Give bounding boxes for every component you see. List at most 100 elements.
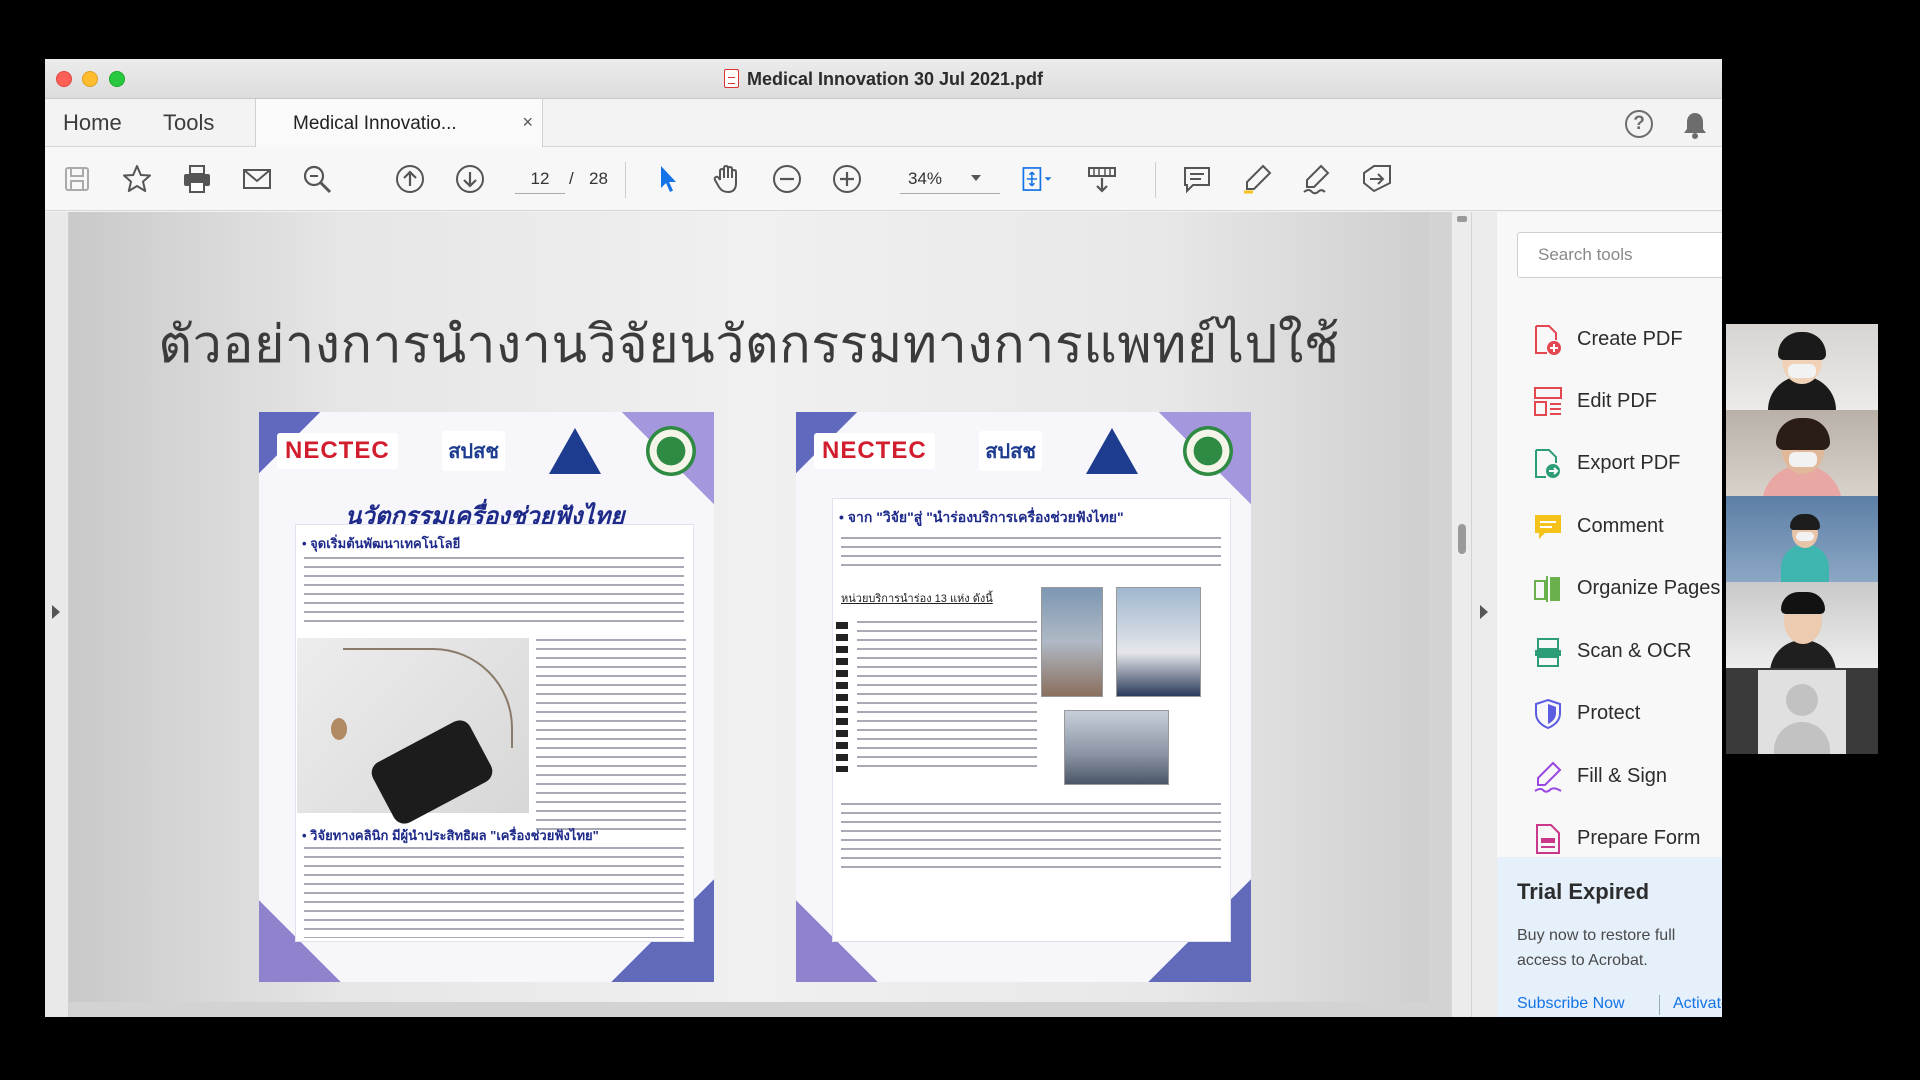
trial-title: Trial Expired <box>1517 879 1650 904</box>
triangle-logo-2 <box>1086 428 1139 474</box>
tool-edit-pdf[interactable]: Edit PDF <box>1497 372 1722 432</box>
poster-logos-2: NECTEC สปสช <box>814 420 1233 482</box>
video-participant-2[interactable] <box>1726 410 1878 496</box>
acrobat-window: Medical Innovation 30 Jul 2021.pdf Home … <box>45 59 1722 1017</box>
page-up-icon[interactable] <box>393 162 427 196</box>
service-photo-3 <box>1064 710 1169 785</box>
share-icon[interactable] <box>1360 162 1394 196</box>
star-icon[interactable] <box>120 162 154 196</box>
activate-link[interactable]: Activate <box>1673 995 1722 1013</box>
expand-left-panel-icon[interactable] <box>52 605 60 619</box>
comment-icon[interactable] <box>1180 162 1214 196</box>
zoom-in-icon[interactable] <box>830 162 864 196</box>
page-down-icon[interactable] <box>453 162 487 196</box>
participant-avatar <box>1758 670 1846 754</box>
seal-logo-2 <box>1183 426 1233 476</box>
participant-hair <box>1781 592 1825 614</box>
close-tab-icon[interactable]: × <box>522 112 533 133</box>
seal-logo <box>646 426 696 476</box>
face-mask <box>1789 452 1817 467</box>
fill-sign-icon <box>1533 761 1563 793</box>
video-participant-1[interactable] <box>1726 324 1878 410</box>
pilot-units-numbering <box>836 622 848 772</box>
tab-document[interactable]: Medical Innovatio... × <box>255 99 543 148</box>
earphone-wire <box>343 648 513 748</box>
tool-label: Protect <box>1577 702 1641 724</box>
poster-hearing-aid: NECTEC สปสช นวัตกรรมเครื่องช่วยฟังไทย • … <box>259 412 714 982</box>
export-pdf-icon <box>1533 448 1563 480</box>
scrollbar-thumb[interactable] <box>1458 524 1466 554</box>
tab-tools[interactable]: Tools <box>163 110 214 136</box>
tool-comment[interactable]: Comment <box>1497 497 1722 557</box>
document-viewer[interactable]: ตัวอย่างการนำงานวิจัยนวัตกรรมทางการแพทย์… <box>45 212 1471 1017</box>
fit-page-icon[interactable] <box>1020 162 1054 196</box>
participant-hair <box>1778 332 1826 360</box>
print-icon[interactable] <box>180 162 214 196</box>
service-photo-1 <box>1041 587 1103 697</box>
page-separator: / <box>569 169 574 188</box>
notification-bell-icon[interactable] <box>1682 111 1708 139</box>
tool-label: Create PDF <box>1577 328 1683 350</box>
window-title: Medical Innovation 30 Jul 2021.pdf <box>45 69 1722 90</box>
collapse-tools-panel-icon[interactable] <box>1480 605 1488 619</box>
poster-intro-text <box>841 533 1221 573</box>
tool-organize-pages[interactable]: Organize Pages <box>1497 559 1722 619</box>
video-participant-5[interactable] <box>1726 668 1878 754</box>
window-title-text: Medical Innovation 30 Jul 2021.pdf <box>746 69 1044 89</box>
tool-label: Prepare Form <box>1577 827 1701 849</box>
tool-scan-ocr[interactable]: Scan & OCR <box>1497 622 1722 682</box>
video-participant-3[interactable] <box>1726 496 1878 582</box>
tool-label: Edit PDF <box>1577 390 1658 412</box>
scrollbar-top-marker <box>1457 216 1467 222</box>
slide-title: ตัวอย่างการนำงานวิจัยนวัตกรรมทางการแพทย์… <box>158 316 1340 374</box>
page-total: 28 <box>589 169 608 188</box>
nectec-logo: NECTEC <box>277 433 398 469</box>
trial-text: Buy now to restore full access to Acroba… <box>1517 927 1676 969</box>
highlight-pen-icon[interactable] <box>1240 162 1274 196</box>
scan-ocr-icon <box>1533 636 1563 668</box>
title-bar: Medical Innovation 30 Jul 2021.pdf <box>45 59 1722 99</box>
tool-create-pdf[interactable]: Create PDF <box>1497 310 1722 370</box>
face-mask <box>1788 364 1816 378</box>
read-mode-icon[interactable] <box>1085 162 1119 196</box>
poster-paragraph <box>304 553 684 623</box>
select-arrow-icon[interactable] <box>650 162 684 196</box>
tool-fill-sign[interactable]: Fill & Sign <box>1497 747 1722 807</box>
create-pdf-icon <box>1533 324 1563 356</box>
document-tab-label: Medical Innovatio... <box>293 113 457 134</box>
poster-section-heading: • จุดเริ่มต้นพัฒนาเทคโนโลยี <box>302 536 461 551</box>
poster-heading: • จาก "วิจัย"สู่ "นำร่องบริการเครื่องช่ว… <box>839 509 1124 525</box>
zoom-dropdown-caret-icon[interactable] <box>971 175 981 181</box>
right-panel-rail <box>1471 212 1497 1017</box>
poster-logos: NECTEC สปสช <box>277 420 696 482</box>
comment-tool-icon <box>1533 511 1563 543</box>
mail-icon[interactable] <box>240 162 274 196</box>
tool-protect[interactable]: Protect <box>1497 684 1722 744</box>
trial-expired-box: Trial Expired Buy now to restore full ac… <box>1497 857 1722 1017</box>
zoom-out-icon[interactable] <box>770 162 804 196</box>
tool-label: Export PDF <box>1577 452 1681 474</box>
search-zoom-icon[interactable] <box>300 162 334 196</box>
pdf-page: ตัวอย่างการนำงานวิจัยนวัตกรรมทางการแพทย์… <box>69 212 1429 1002</box>
poster-service-pilot: NECTEC สปสช • จาก "วิจัย"สู่ "นำร่องบริก… <box>796 412 1251 982</box>
page-number-input[interactable]: 12 <box>515 164 565 194</box>
hearing-aid-photo <box>297 638 529 828</box>
poster-paragraph-3 <box>304 843 684 938</box>
link-separator <box>1659 995 1660 1015</box>
video-participant-4[interactable] <box>1726 582 1878 668</box>
save-icon[interactable] <box>60 162 94 196</box>
participant-hair <box>1790 514 1820 530</box>
page-area[interactable]: ตัวอย่างการนำงานวิจัยนวัตกรรมทางการแพทย์… <box>69 212 1451 1017</box>
sign-icon[interactable] <box>1300 162 1334 196</box>
tab-home[interactable]: Home <box>63 110 122 136</box>
avatar-head-icon <box>1786 684 1818 716</box>
zoom-level-select[interactable]: 34% <box>900 164 1000 194</box>
prepare-form-icon <box>1533 823 1563 855</box>
poster-paragraph-2 <box>536 635 686 835</box>
vertical-scrollbar[interactable] <box>1451 212 1471 1017</box>
search-tools-input[interactable]: Search tools <box>1517 232 1722 278</box>
tool-export-pdf[interactable]: Export PDF <box>1497 434 1722 494</box>
hand-icon[interactable] <box>710 162 744 196</box>
help-icon[interactable]: ? <box>1625 110 1653 138</box>
subscribe-now-link[interactable]: Subscribe Now <box>1517 995 1625 1013</box>
